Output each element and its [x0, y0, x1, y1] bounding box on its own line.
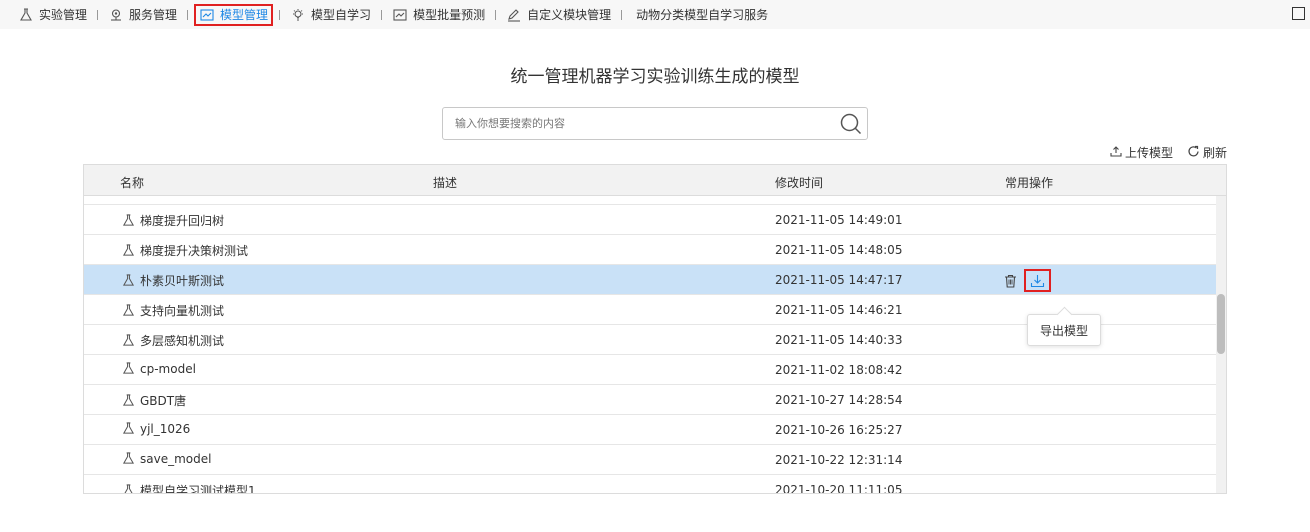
modified-time: 2021-11-05 14:40:33 [775, 333, 903, 347]
table-actions: 上传模型 刷新 [1110, 144, 1227, 161]
model-name: GBDT唐 [140, 394, 187, 408]
nav-item-services[interactable]: 服务管理 [104, 4, 181, 26]
delete-icon[interactable] [1002, 273, 1018, 289]
flask-icon [122, 333, 136, 348]
modified-time: 2021-10-26 16:25:27 [775, 423, 903, 437]
nav-item-label: 服务管理 [129, 8, 178, 22]
chart-icon [392, 7, 408, 23]
modified-time: 2021-10-22 12:31:14 [775, 453, 903, 467]
nav-divider [187, 9, 189, 20]
flask-icon [122, 243, 136, 258]
modified-time: 2021-10-27 14:28:54 [775, 393, 903, 407]
model-name: 梯度提升决策树测试 [140, 244, 249, 258]
upload-icon [1110, 145, 1122, 160]
nav-item-label: 模型自学习 [311, 8, 372, 22]
maximize-icon[interactable] [1292, 7, 1305, 20]
edit-icon [506, 7, 522, 23]
flask-icon [122, 273, 136, 288]
model-name: 梯度提升回归树 [140, 214, 225, 228]
column-header-ops: 常用操作 [1005, 176, 1054, 190]
column-header-desc[interactable]: 描述 [433, 174, 457, 191]
bulb-icon [290, 7, 306, 23]
page-title: 统一管理机器学习实验训练生成的模型 [510, 67, 800, 87]
nav-item-batch-predict[interactable]: 模型批量预测 [388, 4, 489, 26]
nav-divider [495, 9, 497, 20]
model-name: cp-model [140, 362, 196, 376]
table-scrollbar[interactable] [1216, 196, 1226, 493]
model-name: 支持向量机测试 [140, 304, 225, 318]
nav-item-label: 模型管理 [220, 8, 269, 22]
flask-icon [122, 452, 136, 466]
table-row[interactable]: cp-model 2021-11-02 18:08:42 [84, 355, 1217, 385]
table-row[interactable]: GBDT唐 2021-10-27 14:28:54 [84, 385, 1217, 415]
table-row[interactable]: yjl_1026 2021-10-26 16:25:27 [84, 415, 1217, 445]
chart-icon [199, 7, 215, 23]
nav-item-model-self-learning[interactable]: 模型自学习 [286, 4, 375, 26]
modified-time: 2021-11-05 14:46:21 [775, 303, 903, 317]
table-row[interactable]: 梯度提升决策树测试 2021-11-05 14:48:05 [84, 235, 1217, 265]
column-header-name[interactable]: 名称 [120, 174, 144, 191]
top-nav: 实验管理 服务管理 模型管理 模型自学习 模型批量预测 自定义模块管理 动物分类… [0, 0, 1310, 29]
export-model-icon[interactable] [1024, 269, 1051, 292]
model-name-cell: GBDT唐 [122, 392, 186, 409]
row-operations [1002, 269, 1051, 292]
model-name-cell: 模型自学习测试模型1 [122, 482, 256, 494]
refresh-icon [1187, 145, 1200, 161]
modified-time: 2021-11-05 14:47:17 [775, 273, 903, 287]
model-name: save_model [140, 452, 212, 466]
table-row[interactable]: 模型自学习测试模型1 2021-10-20 11:11:05 [84, 475, 1217, 494]
model-name-cell: 梯度提升决策树测试 [122, 242, 248, 259]
model-name: 多层感知机测试 [140, 334, 225, 348]
nav-divider [279, 9, 281, 20]
nav-divider [97, 9, 99, 20]
table-row[interactable]: save_model 2021-10-22 12:31:14 [84, 445, 1217, 475]
nav-item-label: 自定义模块管理 [527, 8, 612, 22]
nav-item-experiments[interactable]: 实验管理 [14, 4, 91, 26]
nav-item-custom-modules[interactable]: 自定义模块管理 [502, 4, 615, 26]
scrollbar-thumb[interactable] [1217, 294, 1225, 354]
nav-item-model-management[interactable]: 模型管理 [194, 3, 274, 26]
table-row[interactable]: 朴素贝叶斯测试 2021-11-05 14:47:17 [84, 265, 1217, 295]
refresh-button[interactable]: 刷新 [1187, 144, 1227, 161]
upload-model-button[interactable]: 上传模型 [1110, 144, 1173, 161]
export-tooltip: 导出模型 [1027, 314, 1101, 346]
nav-item-animal-classification[interactable]: 动物分类模型自学习服务 [628, 4, 772, 26]
modified-time: 2021-11-05 14:48:05 [775, 243, 903, 257]
flask-icon [122, 213, 136, 228]
table-row[interactable]: 梯度提升回归树 2021-11-05 14:49:01 [84, 205, 1217, 235]
flask-icon [122, 362, 136, 376]
model-name: 朴素贝叶斯测试 [140, 274, 225, 288]
modified-time: 2021-10-20 11:11:05 [775, 483, 903, 494]
nav-item-label: 动物分类模型自学习服务 [636, 8, 769, 22]
map-pin-icon [108, 7, 124, 23]
model-name: yjl_1026 [140, 422, 191, 436]
flask-icon [122, 422, 136, 436]
flask-icon [122, 303, 136, 318]
nav-divider [381, 9, 383, 20]
model-name: 模型自学习测试模型1 [140, 484, 256, 494]
column-header-time[interactable]: 修改时间 [775, 174, 823, 191]
flask-icon [122, 483, 136, 493]
modified-time: 2021-11-02 18:08:42 [775, 363, 903, 377]
flask-icon [18, 7, 34, 23]
model-name-cell: cp-model [122, 362, 196, 376]
model-name-cell: 朴素贝叶斯测试 [122, 272, 224, 289]
search-input[interactable] [443, 108, 835, 139]
modified-time: 2021-11-05 14:49:01 [775, 213, 903, 227]
model-name-cell: 支持向量机测试 [122, 302, 224, 319]
model-name-cell: save_model [122, 452, 211, 466]
nav-item-label: 模型批量预测 [413, 8, 486, 22]
search-icon[interactable] [835, 108, 867, 140]
table-header: 名称 描述 修改时间 常用操作 [84, 165, 1226, 196]
nav-divider [621, 9, 623, 20]
model-name-cell: yjl_1026 [122, 422, 190, 436]
model-name-cell: 多层感知机测试 [122, 332, 224, 349]
flask-icon [122, 393, 136, 408]
model-name-cell: 梯度提升回归树 [122, 212, 224, 229]
nav-item-label: 实验管理 [39, 8, 88, 22]
search-box [442, 107, 868, 140]
